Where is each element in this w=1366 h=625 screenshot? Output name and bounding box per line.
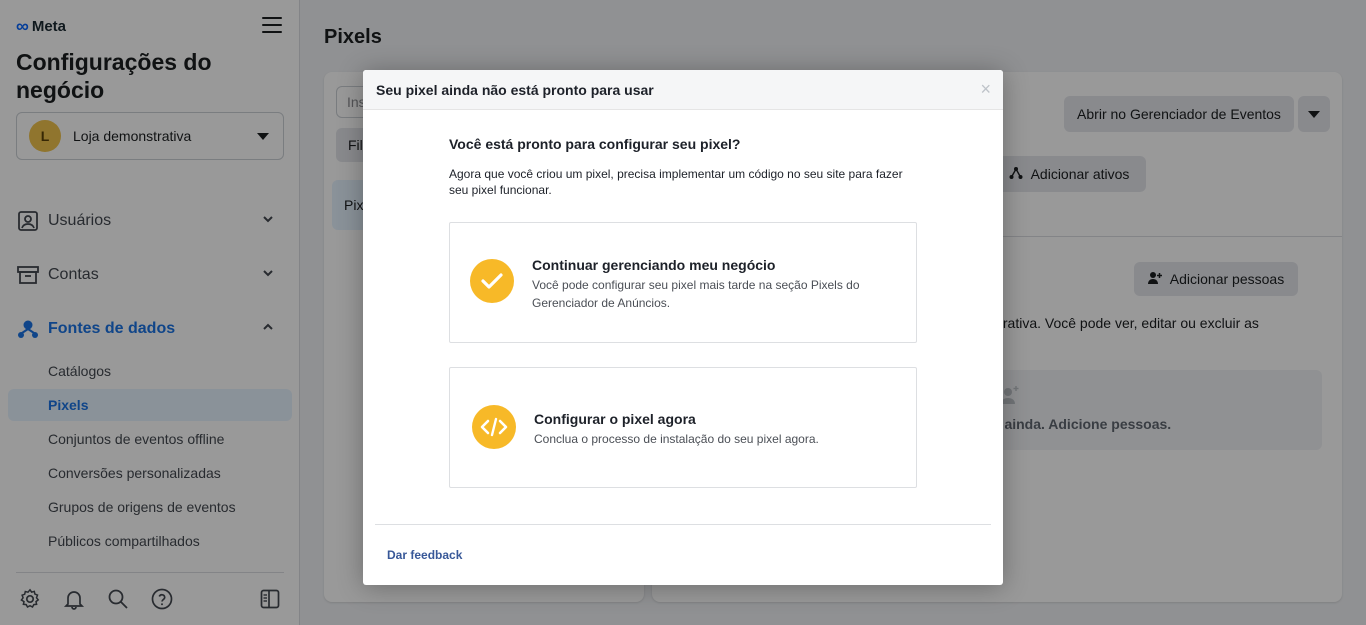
- dialog-footer-divider: [375, 524, 991, 525]
- checkmark-icon: [470, 259, 514, 303]
- close-icon[interactable]: ×: [980, 80, 991, 98]
- option-title: Configurar o pixel agora: [534, 411, 696, 427]
- option-description: Conclua o processo de instalação do seu …: [534, 432, 819, 446]
- code-icon: [472, 405, 516, 449]
- option-description: Você pode configurar seu pixel mais tard…: [532, 278, 860, 310]
- option-configure-now[interactable]: Configurar o pixel agora Conclua o proce…: [449, 367, 917, 488]
- dialog-description: Agora que você criou um pixel, precisa i…: [449, 167, 903, 197]
- dialog-title: Seu pixel ainda não está pronto para usa…: [376, 82, 654, 98]
- give-feedback-link[interactable]: Dar feedback: [387, 548, 462, 562]
- option-continue-managing[interactable]: Continuar gerenciando meu negócio Você p…: [449, 222, 917, 343]
- dialog-header: Seu pixel ainda não está pronto para usa…: [363, 70, 1003, 110]
- pixel-not-ready-dialog: Seu pixel ainda não está pronto para usa…: [363, 70, 1003, 585]
- option-title: Continuar gerenciando meu negócio: [532, 257, 776, 273]
- dialog-question: Você está pronto para configurar seu pix…: [449, 136, 741, 152]
